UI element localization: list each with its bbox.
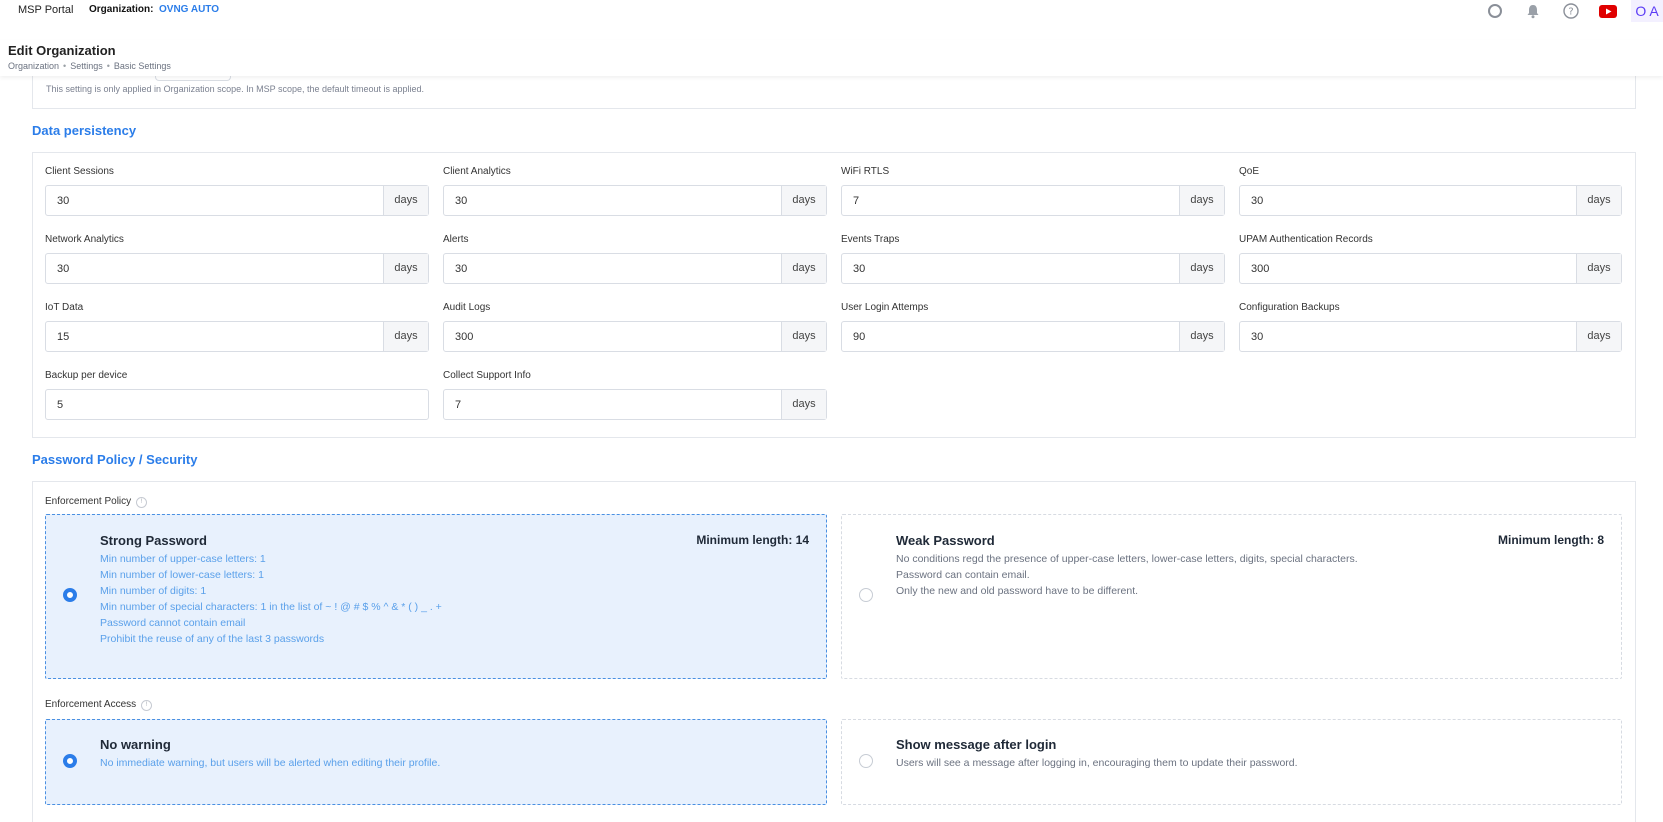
breadcrumb-item-settings[interactable]: Settings [70,61,103,71]
svg-text:?: ? [1568,7,1573,18]
client-sessions-input[interactable]: 30 days [45,185,429,216]
alerts-input[interactable]: 30 days [443,253,827,284]
days-unit: days [781,254,826,283]
days-unit: days [383,322,428,351]
strong-rule-reuse: Prohibit the reuse of any of the last 3 … [100,633,325,645]
strong-password-card[interactable]: Strong Password Minimum length: 14 Min n… [45,514,827,679]
organization-value[interactable]: OVNG AUTO [159,4,219,15]
iot-data-input[interactable]: 15 days [45,321,429,352]
weak-rule-different: Only the new and old password have to be… [896,585,1139,597]
upam-auth-records-label: UPAM Authentication Records [1239,234,1373,245]
organization-label: Organization: [89,4,154,15]
client-analytics-input[interactable]: 30 days [443,185,827,216]
client-sessions-label: Client Sessions [45,166,114,177]
collect-support-info-label: Collect Support Info [443,370,531,381]
wifi-rtls-input[interactable]: 7 days [841,185,1225,216]
avatar[interactable]: O A [1631,0,1663,22]
weak-rule-conditions: No conditions regd the presence of upper… [896,553,1358,565]
brand-name[interactable]: MSP Portal [18,4,73,16]
network-analytics-input[interactable]: 30 days [45,253,429,284]
days-unit: days [1179,254,1224,283]
collect-support-info-input[interactable]: 7 days [443,389,827,420]
strong-rule-special: Min number of special characters: 1 in t… [100,601,442,613]
network-analytics-label: Network Analytics [45,234,124,245]
strong-min-length: Minimum length: 14 [696,533,809,547]
backup-per-device-input[interactable]: 5 [45,389,429,420]
enforcement-policy-label: Enforcement Policy! [45,496,148,508]
weak-password-radio[interactable] [859,588,873,602]
show-message-radio[interactable] [859,754,873,768]
strong-password-radio[interactable] [63,588,77,602]
youtube-icon[interactable] [1598,2,1618,20]
days-unit: days [1576,186,1621,215]
user-login-attempts-input[interactable]: 90 days [841,321,1225,352]
wifi-rtls-label: WiFi RTLS [841,166,890,177]
audit-logs-input[interactable]: 300 days [443,321,827,352]
audit-logs-label: Audit Logs [443,302,491,313]
days-unit: days [383,186,428,215]
strong-rule-lower: Min number of lower-case letters: 1 [100,569,264,581]
days-unit: days [383,254,428,283]
breadcrumb: Organization • Settings • Basic Settings [8,61,171,71]
qoe-label: QoE [1239,166,1260,177]
user-login-attempts-label: User Login Attemps [841,302,929,313]
bell-icon[interactable] [1524,2,1542,20]
days-unit: days [1576,254,1621,283]
info-icon[interactable]: ! [136,497,148,508]
weak-password-title: Weak Password [896,533,995,548]
show-message-card[interactable]: Show message after login Users will see … [841,719,1622,805]
strong-rule-digits: Min number of digits: 1 [100,585,207,597]
days-unit: days [1179,186,1224,215]
strong-rule-email: Password cannot contain email [100,617,246,629]
iot-data-label: IoT Data [45,302,84,313]
page-header: Edit Organization Organization • Settings •… [0,40,1663,76]
password-policy-title: Password Policy / Security [32,452,198,467]
data-persistency-title: Data persistency [32,123,137,138]
weak-min-length: Minimum length: 8 [1498,533,1604,547]
breadcrumb-item-basic-settings: Basic Settings [113,61,171,71]
search-icon[interactable] [1486,2,1504,20]
days-unit: days [1179,322,1224,351]
strong-password-title: Strong Password [100,533,207,548]
no-warning-title: No warning [100,737,171,752]
top-bar: MSP Portal Organization: OVNG AUTO ? O A [0,0,1663,41]
qoe-input[interactable]: 30 days [1239,185,1622,216]
enforcement-access-label: Enforcement Access! [45,699,153,711]
scope-note: This setting is only applied in Organiza… [46,84,425,94]
breadcrumb-item-organization[interactable]: Organization [8,61,59,71]
show-message-desc: Users will see a message after logging i… [896,757,1298,769]
configuration-backups-label: Configuration Backups [1239,302,1340,313]
weak-password-card[interactable]: Weak Password Minimum length: 8 No condi… [841,514,1622,679]
help-icon[interactable]: ? [1562,2,1580,20]
weak-rule-email: Password can contain email. [896,569,1030,581]
days-unit: days [781,322,826,351]
upam-auth-records-input[interactable]: 300 days [1239,253,1622,284]
days-unit: days [781,186,826,215]
days-unit: days [1576,322,1621,351]
strong-rule-upper: Min number of upper-case letters: 1 [100,553,266,565]
no-warning-card[interactable]: No warning No immediate warning, but use… [45,719,827,805]
days-unit: days [781,390,826,419]
alerts-label: Alerts [443,234,469,245]
no-warning-radio[interactable] [63,754,77,768]
no-warning-desc: No immediate warning, but users will be … [100,757,441,769]
backup-per-device-label: Backup per device [45,370,128,381]
show-message-title: Show message after login [896,737,1057,752]
configuration-backups-input[interactable]: 30 days [1239,321,1622,352]
client-analytics-label: Client Analytics [443,166,511,177]
events-traps-label: Events Traps [841,234,900,245]
events-traps-input[interactable]: 30 days [841,253,1225,284]
page-title: Edit Organization [8,43,116,58]
info-icon[interactable]: ! [141,700,153,711]
